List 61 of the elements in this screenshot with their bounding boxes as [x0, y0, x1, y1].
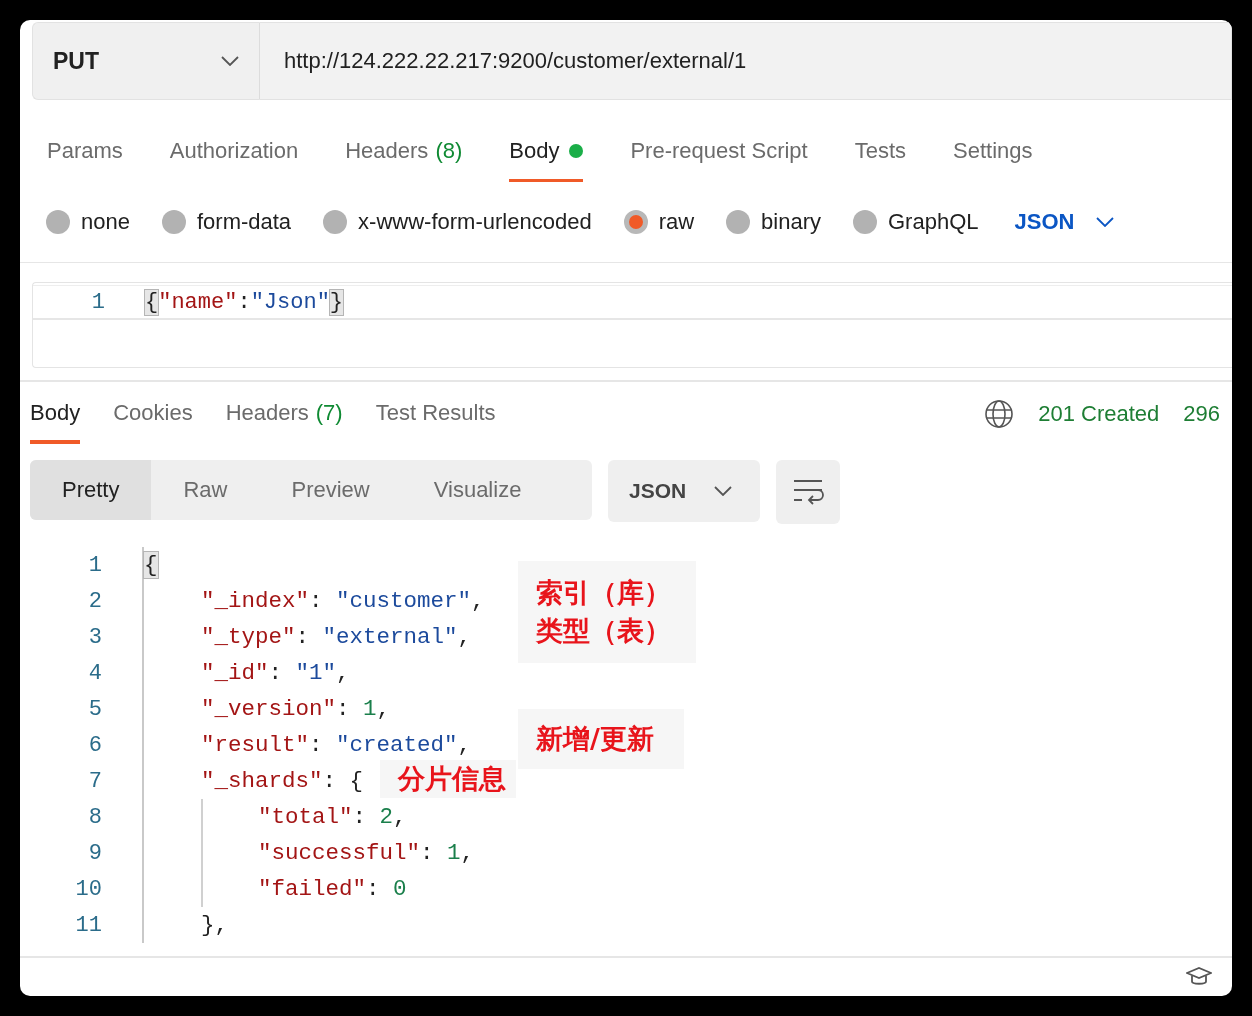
- view-mode-tab[interactable]: Preview: [259, 460, 402, 520]
- body-type-radio[interactable]: form-data: [161, 209, 292, 235]
- request-body-editor[interactable]: 1 {"name":"Json"}: [32, 282, 1232, 368]
- url-field[interactable]: http://124.222.22.217:9200/customer/external/1: [260, 22, 1232, 100]
- line-number: 5: [87, 696, 102, 722]
- line-number: 6: [87, 732, 102, 758]
- code-line: "_shards": {: [201, 768, 364, 794]
- wrap-lines-button[interactable]: [776, 460, 840, 524]
- line-number: 1: [87, 552, 102, 578]
- chevron-down-icon: [221, 56, 239, 66]
- line-number: 2: [87, 588, 102, 614]
- annotation-note: 索引（库） 类型（表）: [518, 561, 696, 663]
- code-line: "_index": "customer",: [201, 588, 485, 614]
- response-tab[interactable]: Cookies: [113, 400, 193, 444]
- response-tab[interactable]: Test Results: [375, 400, 496, 444]
- line-number: 10: [74, 876, 102, 902]
- line-number: 9: [87, 840, 102, 866]
- code-line: "total": 2,: [258, 804, 407, 830]
- body-type-radio[interactable]: raw: [623, 209, 695, 235]
- view-mode-tab[interactable]: Pretty: [30, 460, 152, 520]
- format-dropdown[interactable]: JSON: [608, 460, 760, 522]
- annotation-note: 分片信息: [380, 760, 516, 798]
- method-select[interactable]: PUT: [32, 22, 260, 100]
- request-tab[interactable]: Body: [509, 138, 584, 182]
- line-number: 8: [87, 804, 102, 830]
- body-type-radio[interactable]: none: [46, 209, 130, 235]
- response-time[interactable]: 296: [1183, 401, 1220, 427]
- body-type-radio[interactable]: binary: [726, 209, 821, 235]
- response-tab[interactable]: Headers (7): [225, 400, 343, 444]
- status-code[interactable]: 201 Created: [1038, 401, 1160, 427]
- globe-icon[interactable]: [984, 399, 1015, 429]
- request-tab[interactable]: Params: [47, 138, 123, 182]
- body-type-radio[interactable]: GraphQL: [853, 209, 979, 235]
- line-number: 7: [87, 768, 102, 794]
- code-line: },: [201, 912, 228, 938]
- code-line: "_type": "external",: [201, 624, 472, 650]
- line-number: 11: [74, 912, 102, 938]
- line-number: 3: [87, 624, 102, 650]
- response-tab[interactable]: Body: [30, 400, 81, 444]
- code-line: {"name":"Json"}: [145, 289, 344, 315]
- body-type-radio[interactable]: x-www-form-urlencoded: [323, 209, 592, 235]
- code-line: "result": "created",: [201, 732, 472, 758]
- request-tab[interactable]: Pre-request Script: [630, 138, 808, 182]
- language-dropdown[interactable]: JSON: [1014, 209, 1115, 235]
- request-tab[interactable]: Authorization: [169, 138, 299, 182]
- view-mode-tab[interactable]: Raw: [151, 460, 260, 520]
- code-line: "failed": 0: [258, 876, 407, 902]
- request-tab[interactable]: Tests: [854, 138, 907, 182]
- view-mode-tab[interactable]: Visualize: [401, 460, 554, 520]
- code-line: "successful": 1,: [258, 840, 475, 866]
- chevron-down-icon: [1096, 217, 1115, 227]
- graduation-cap-icon[interactable]: [1186, 966, 1212, 988]
- code-line: "_id": "1",: [201, 660, 350, 686]
- chevron-down-icon: [714, 486, 733, 496]
- wrap-lines-icon: [792, 478, 824, 506]
- annotation-note: 新增/更新: [518, 709, 684, 769]
- code-line: "_version": 1,: [201, 696, 391, 722]
- request-tab[interactable]: Settings: [953, 138, 1033, 182]
- request-tab[interactable]: Headers (8): [345, 138, 463, 182]
- line-number: 1: [90, 289, 105, 315]
- line-number: 4: [87, 660, 102, 686]
